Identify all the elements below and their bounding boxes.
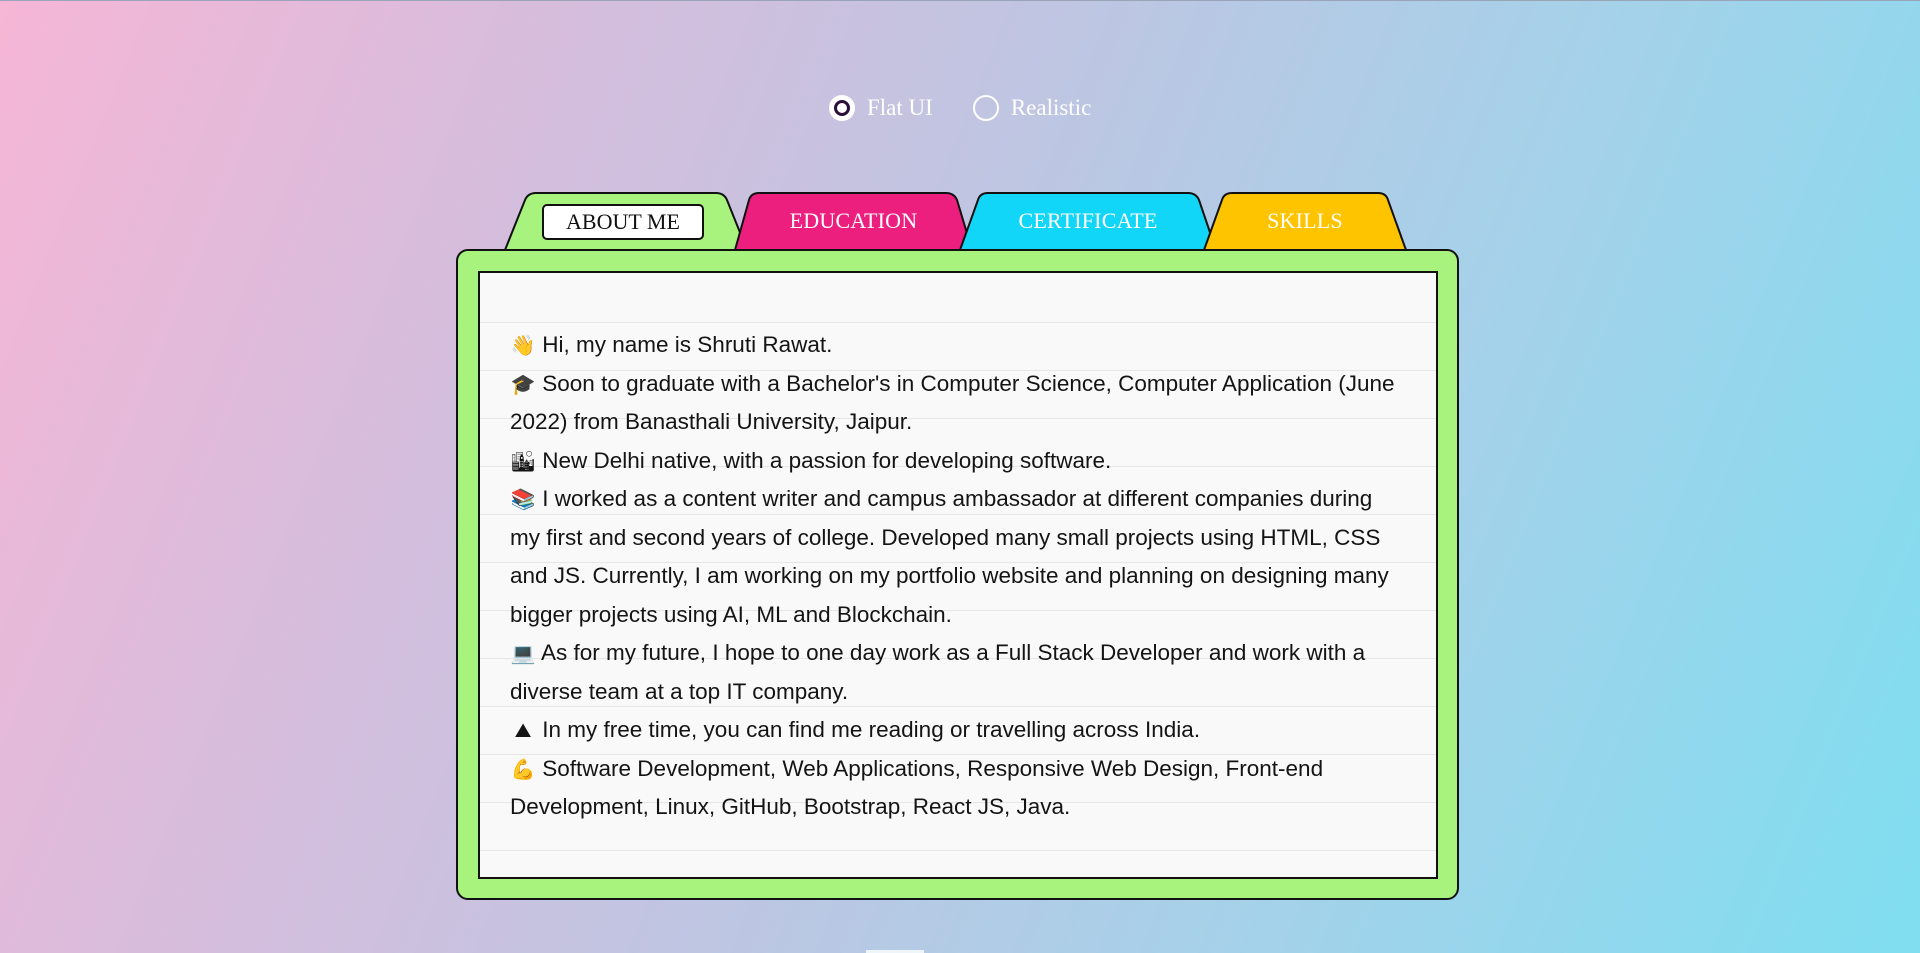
tab-education-label: EDUCATION	[789, 208, 918, 233]
about-paragraph-text: I worked as a content writer and campus …	[510, 486, 1389, 627]
tab-bar: ABOUT ME EDUCATION CERTIFICATE SKILLS	[0, 0, 1920, 260]
flexed-biceps-icon: 💪	[510, 756, 536, 781]
about-paragraph-text: Hi, my name is Shruti Rawat.	[542, 332, 833, 357]
tab-education[interactable]: EDUCATION	[733, 192, 974, 251]
about-paragraph: 👋 Hi, my name is Shruti Rawat.	[510, 326, 1405, 365]
tab-skills[interactable]: SKILLS	[1202, 192, 1408, 251]
about-paragraph-text: As for my future, I hope to one day work…	[510, 640, 1366, 704]
about-paragraph: 💪 Software Development, Web Applications…	[510, 750, 1405, 827]
about-paragraph: 📚 I worked as a content writer and campu…	[510, 480, 1405, 634]
about-content: 👋 Hi, my name is Shruti Rawat. 🎓 Soon to…	[510, 326, 1405, 827]
about-paragraph-text: Soon to graduate with a Bachelor's in Co…	[510, 370, 1395, 435]
tab-skills-label: SKILLS	[1267, 208, 1343, 233]
mountain-icon: ⛰	[514, 718, 532, 742]
about-paragraph: 💻 As for my future, I hope to one day wo…	[510, 634, 1405, 711]
about-paragraph-text: Software Development, Web Applications, …	[510, 755, 1324, 820]
about-paragraph-text: In my free time, you can find me reading…	[542, 717, 1201, 742]
city-icon: 🏙	[510, 448, 536, 473]
graduation-cap-icon: 🎓	[510, 371, 536, 396]
about-paragraph-text: New Delhi native, with a passion for dev…	[542, 447, 1112, 473]
books-icon: 📚	[510, 487, 536, 511]
about-paragraph: ⛰ In my free time, you can find me readi…	[510, 711, 1405, 750]
tab-about-me[interactable]: ABOUT ME	[504, 192, 748, 253]
tab-certificate[interactable]: CERTIFICATE	[958, 192, 1218, 251]
tab-certificate-label: CERTIFICATE	[1018, 208, 1158, 233]
laptop-icon: 💻	[510, 641, 536, 665]
tab-about-me-label: ABOUT ME	[542, 204, 704, 240]
about-paragraph: 🏙 New Delhi native, with a passion for d…	[510, 442, 1405, 481]
about-paragraph: 🎓 Soon to graduate with a Bachelor's in …	[510, 365, 1405, 442]
waving-hand-icon: 👋	[510, 333, 536, 357]
